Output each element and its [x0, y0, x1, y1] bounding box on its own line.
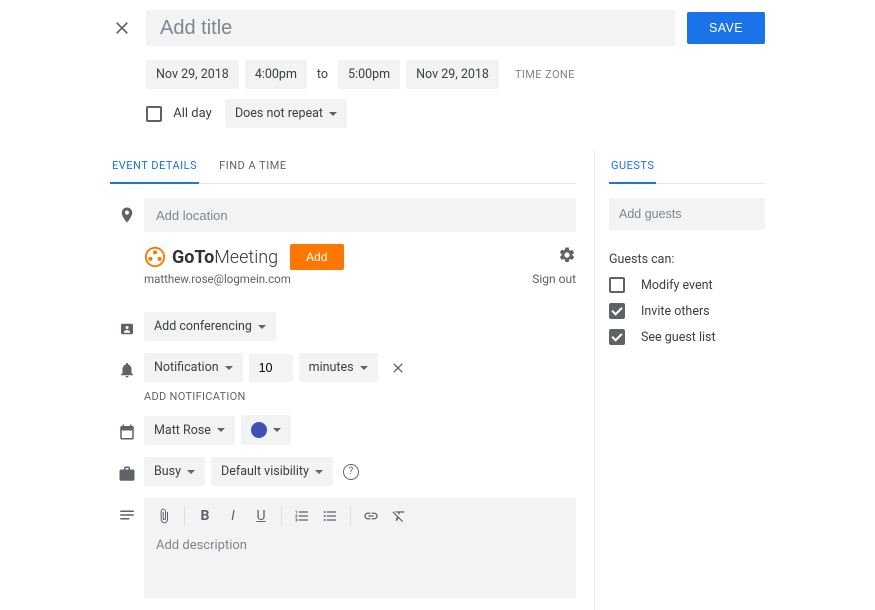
tab-event-details[interactable]: EVENT DETAILS — [110, 151, 199, 184]
clear-formatting-icon[interactable] — [387, 504, 411, 528]
to-label: to — [313, 67, 332, 82]
description-textarea[interactable]: Add description — [144, 534, 576, 593]
link-icon[interactable] — [359, 504, 383, 528]
event-title-input[interactable] — [146, 10, 675, 46]
modify-event-checkbox[interactable] — [609, 277, 625, 293]
chevron-down-icon — [187, 470, 195, 474]
numbered-list-icon[interactable] — [290, 504, 314, 528]
end-date[interactable]: Nov 29, 2018 — [406, 60, 499, 89]
notification-icon — [110, 353, 144, 379]
chevron-down-icon — [360, 366, 368, 370]
calendar-color-dropdown[interactable] — [241, 415, 291, 445]
add-guests-input[interactable] — [609, 198, 765, 230]
chevron-down-icon — [225, 366, 233, 370]
guests-can-label: Guests can: — [609, 252, 765, 267]
notification-unit-dropdown[interactable]: minutes — [299, 353, 378, 382]
start-time[interactable]: 4:00pm — [245, 60, 307, 89]
add-notification-button[interactable]: ADD NOTIFICATION — [144, 390, 576, 403]
repeat-dropdown[interactable]: Does not repeat — [225, 99, 347, 128]
save-button[interactable]: SAVE — [687, 12, 765, 44]
allday-checkbox[interactable] — [146, 106, 162, 122]
calendar-color-swatch — [251, 422, 267, 438]
attachment-icon[interactable] — [152, 504, 176, 528]
allday-label: All day — [173, 106, 212, 121]
notification-value-input[interactable] — [249, 354, 293, 382]
italic-icon[interactable]: I — [221, 504, 245, 528]
conferencing-dropdown[interactable]: Add conferencing — [144, 312, 276, 341]
calendar-icon — [110, 415, 144, 441]
see-guest-list-checkbox[interactable] — [609, 329, 625, 345]
invite-others-checkbox[interactable] — [609, 303, 625, 319]
bold-icon[interactable]: B — [193, 504, 217, 528]
conferencing-icon — [110, 312, 144, 338]
timezone-link[interactable]: TIME ZONE — [515, 68, 575, 81]
description-icon — [110, 498, 144, 524]
gotomeeting-logo: GoToMeeting — [144, 246, 278, 268]
availability-dropdown[interactable]: Busy — [144, 457, 205, 486]
modify-event-label: Modify event — [641, 278, 713, 293]
gtm-account-email: matthew.rose@logmein.com — [144, 272, 291, 286]
see-guest-list-label: See guest list — [641, 330, 716, 345]
bullet-list-icon[interactable] — [318, 504, 342, 528]
tab-guests[interactable]: GUESTS — [609, 151, 656, 184]
chevron-down-icon — [329, 112, 337, 116]
remove-notification-icon[interactable] — [390, 360, 406, 376]
gtm-add-button[interactable]: Add — [290, 244, 343, 270]
tab-find-a-time[interactable]: FIND A TIME — [217, 151, 288, 184]
chevron-down-icon — [273, 428, 281, 432]
invite-others-label: Invite others — [641, 304, 710, 319]
end-time[interactable]: 5:00pm — [338, 60, 400, 89]
underline-icon[interactable]: U — [249, 504, 273, 528]
gtm-signout-link[interactable]: Sign out — [532, 272, 576, 286]
help-icon[interactable]: ? — [343, 464, 359, 480]
location-icon — [110, 198, 144, 224]
notification-type-dropdown[interactable]: Notification — [144, 353, 243, 382]
close-icon[interactable] — [110, 16, 134, 40]
location-input[interactable] — [144, 198, 576, 232]
calendar-owner-dropdown[interactable]: Matt Rose — [144, 416, 235, 445]
gear-icon[interactable] — [558, 246, 576, 268]
visibility-dropdown[interactable]: Default visibility — [211, 457, 333, 486]
start-date[interactable]: Nov 29, 2018 — [146, 60, 239, 89]
chevron-down-icon — [217, 428, 225, 432]
briefcase-icon — [110, 457, 144, 483]
chevron-down-icon — [315, 470, 323, 474]
chevron-down-icon — [258, 325, 266, 329]
